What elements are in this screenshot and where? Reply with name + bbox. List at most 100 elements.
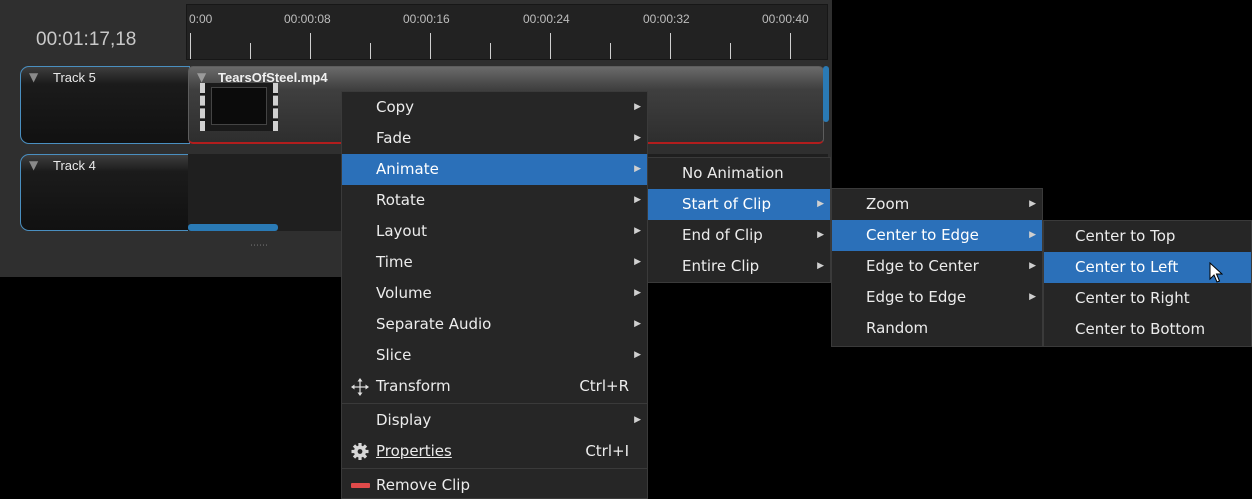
horizontal-scrollbar[interactable] bbox=[188, 224, 278, 231]
chevron-down-icon[interactable]: ▼ bbox=[197, 70, 206, 84]
menu-item-label: Center to Top bbox=[1075, 227, 1176, 245]
menu-item-random[interactable]: Random bbox=[832, 313, 1042, 344]
submenu-arrow-icon: ▶ bbox=[634, 164, 641, 174]
menu-item-label: Time bbox=[376, 253, 413, 271]
menu-item-rotate[interactable]: Rotate ▶ bbox=[342, 185, 647, 216]
timeline-ruler[interactable]: 0:00 00:00:08 00:00:16 00:00:24 00:00:32… bbox=[186, 4, 828, 60]
menu-item-label: Copy bbox=[376, 98, 415, 116]
chevron-down-icon[interactable]: ▼ bbox=[29, 158, 38, 172]
timecode-display: 00:01:17,18 bbox=[36, 29, 137, 50]
mouse-cursor-icon bbox=[1209, 261, 1224, 288]
ruler-label: 00:00:08 bbox=[284, 12, 331, 26]
menu-item-fade[interactable]: Fade ▶ bbox=[342, 123, 647, 154]
ruler-label: 00:00:40 bbox=[762, 12, 809, 26]
resize-grip[interactable]: ⋯⋯ bbox=[250, 241, 268, 251]
menu-item-edge-to-center[interactable]: Edge to Center ▶ bbox=[832, 251, 1042, 282]
submenu-arrow-icon: ▶ bbox=[817, 261, 824, 271]
track-header-4[interactable]: ▼ Track 4 bbox=[20, 154, 190, 231]
menu-item-slice[interactable]: Slice ▶ bbox=[342, 340, 647, 371]
menu-item-no-animation[interactable]: No Animation bbox=[648, 158, 830, 189]
submenu-arrow-icon: ▶ bbox=[1029, 199, 1036, 209]
menu-item-label: Center to Edge bbox=[866, 226, 979, 244]
menu-item-label: Fade bbox=[376, 129, 412, 147]
submenu-arrow-icon: ▶ bbox=[634, 226, 641, 236]
menu-item-label: Random bbox=[866, 319, 929, 337]
menu-item-center-to-top[interactable]: Center to Top bbox=[1044, 221, 1251, 252]
menu-item-label: Center to Right bbox=[1075, 289, 1190, 307]
menu-item-start-of-clip[interactable]: Start of Clip ▶ bbox=[648, 189, 830, 220]
ruler-tick bbox=[490, 43, 491, 59]
menu-item-center-to-edge[interactable]: Center to Edge ▶ bbox=[832, 220, 1042, 251]
ruler-tick bbox=[550, 33, 551, 59]
submenu-arrow-icon: ▶ bbox=[1029, 230, 1036, 240]
ruler-label: 00:00:32 bbox=[643, 12, 690, 26]
submenu-arrow-icon: ▶ bbox=[634, 350, 641, 360]
clip-context-menu: Copy ▶ Fade ▶ Animate ▶ Rotate ▶ Layout … bbox=[341, 91, 648, 499]
menu-item-remove-clip[interactable]: Remove Clip bbox=[342, 470, 647, 499]
track-header-5[interactable]: ▼ Track 5 bbox=[20, 66, 190, 144]
submenu-arrow-icon: ▶ bbox=[817, 230, 824, 240]
menu-item-label: Start of Clip bbox=[682, 195, 771, 213]
ruler-tick bbox=[670, 33, 671, 59]
track-name: Track 5 bbox=[53, 70, 96, 85]
menu-item-label: End of Clip bbox=[682, 226, 763, 244]
ruler-tick bbox=[310, 33, 311, 59]
vertical-scrollbar[interactable] bbox=[823, 66, 829, 122]
menu-item-display[interactable]: Display ▶ bbox=[342, 405, 647, 436]
menu-item-entire-clip[interactable]: Entire Clip ▶ bbox=[648, 251, 830, 282]
menu-item-transform[interactable]: Transform Ctrl+R bbox=[342, 371, 647, 402]
ruler-tick bbox=[370, 43, 371, 59]
submenu-arrow-icon: ▶ bbox=[634, 195, 641, 205]
menu-item-copy[interactable]: Copy ▶ bbox=[342, 92, 647, 123]
menu-item-label: Center to Bottom bbox=[1075, 320, 1206, 338]
menu-item-label: Transform bbox=[376, 377, 451, 395]
menu-item-label: Volume bbox=[376, 284, 432, 302]
menu-separator bbox=[342, 468, 647, 469]
menu-item-properties[interactable]: Properties Ctrl+I bbox=[342, 436, 647, 467]
submenu-arrow-icon: ▶ bbox=[634, 319, 641, 329]
menu-item-label: Center to Left bbox=[1075, 258, 1179, 276]
menu-item-label: Display bbox=[376, 411, 432, 429]
thumbnail-frame bbox=[211, 87, 267, 125]
ruler-tick bbox=[250, 43, 251, 59]
menu-item-label: Entire Clip bbox=[682, 257, 760, 275]
submenu-arrow-icon: ▶ bbox=[634, 288, 641, 298]
menu-item-end-of-clip[interactable]: End of Clip ▶ bbox=[648, 220, 830, 251]
shortcut-label: Ctrl+R bbox=[579, 377, 629, 395]
menu-item-separate-audio[interactable]: Separate Audio ▶ bbox=[342, 309, 647, 340]
shortcut-label: Ctrl+I bbox=[585, 442, 629, 460]
menu-item-volume[interactable]: Volume ▶ bbox=[342, 278, 647, 309]
submenu-arrow-icon: ▶ bbox=[634, 102, 641, 112]
menu-item-label: No Animation bbox=[682, 164, 784, 182]
submenu-arrow-icon: ▶ bbox=[634, 133, 641, 143]
animate-submenu: No Animation Start of Clip ▶ End of Clip… bbox=[647, 157, 831, 283]
submenu-arrow-icon: ▶ bbox=[1029, 261, 1036, 271]
menu-item-label: Slice bbox=[376, 346, 412, 364]
menu-item-label: Zoom bbox=[866, 195, 910, 213]
ruler-label: 00:00:24 bbox=[523, 12, 570, 26]
start-of-clip-submenu: Zoom ▶ Center to Edge ▶ Edge to Center ▶… bbox=[831, 188, 1043, 347]
submenu-arrow-icon: ▶ bbox=[634, 257, 641, 267]
menu-item-label: Animate bbox=[376, 160, 439, 178]
menu-separator bbox=[342, 403, 647, 404]
clip-thumbnail bbox=[200, 83, 278, 131]
menu-item-layout[interactable]: Layout ▶ bbox=[342, 216, 647, 247]
remove-icon bbox=[351, 470, 371, 499]
chevron-down-icon[interactable]: ▼ bbox=[29, 70, 38, 84]
menu-item-time[interactable]: Time ▶ bbox=[342, 247, 647, 278]
submenu-arrow-icon: ▶ bbox=[1029, 292, 1036, 302]
menu-item-center-to-bottom[interactable]: Center to Bottom bbox=[1044, 314, 1251, 345]
menu-item-label: Separate Audio bbox=[376, 315, 492, 333]
menu-item-zoom[interactable]: Zoom ▶ bbox=[832, 189, 1042, 220]
menu-item-label: Edge to Center bbox=[866, 257, 979, 275]
menu-item-label: Properties bbox=[376, 442, 452, 460]
menu-item-edge-to-edge[interactable]: Edge to Edge ▶ bbox=[832, 282, 1042, 313]
ruler-tick bbox=[790, 33, 791, 59]
submenu-arrow-icon: ▶ bbox=[817, 199, 824, 209]
menu-item-label: Rotate bbox=[376, 191, 426, 209]
menu-item-animate[interactable]: Animate ▶ bbox=[342, 154, 647, 185]
ruler-label: 00:00:16 bbox=[403, 12, 450, 26]
ruler-tick bbox=[430, 33, 431, 59]
ruler-tick bbox=[730, 43, 731, 59]
track-name: Track 4 bbox=[53, 158, 96, 173]
